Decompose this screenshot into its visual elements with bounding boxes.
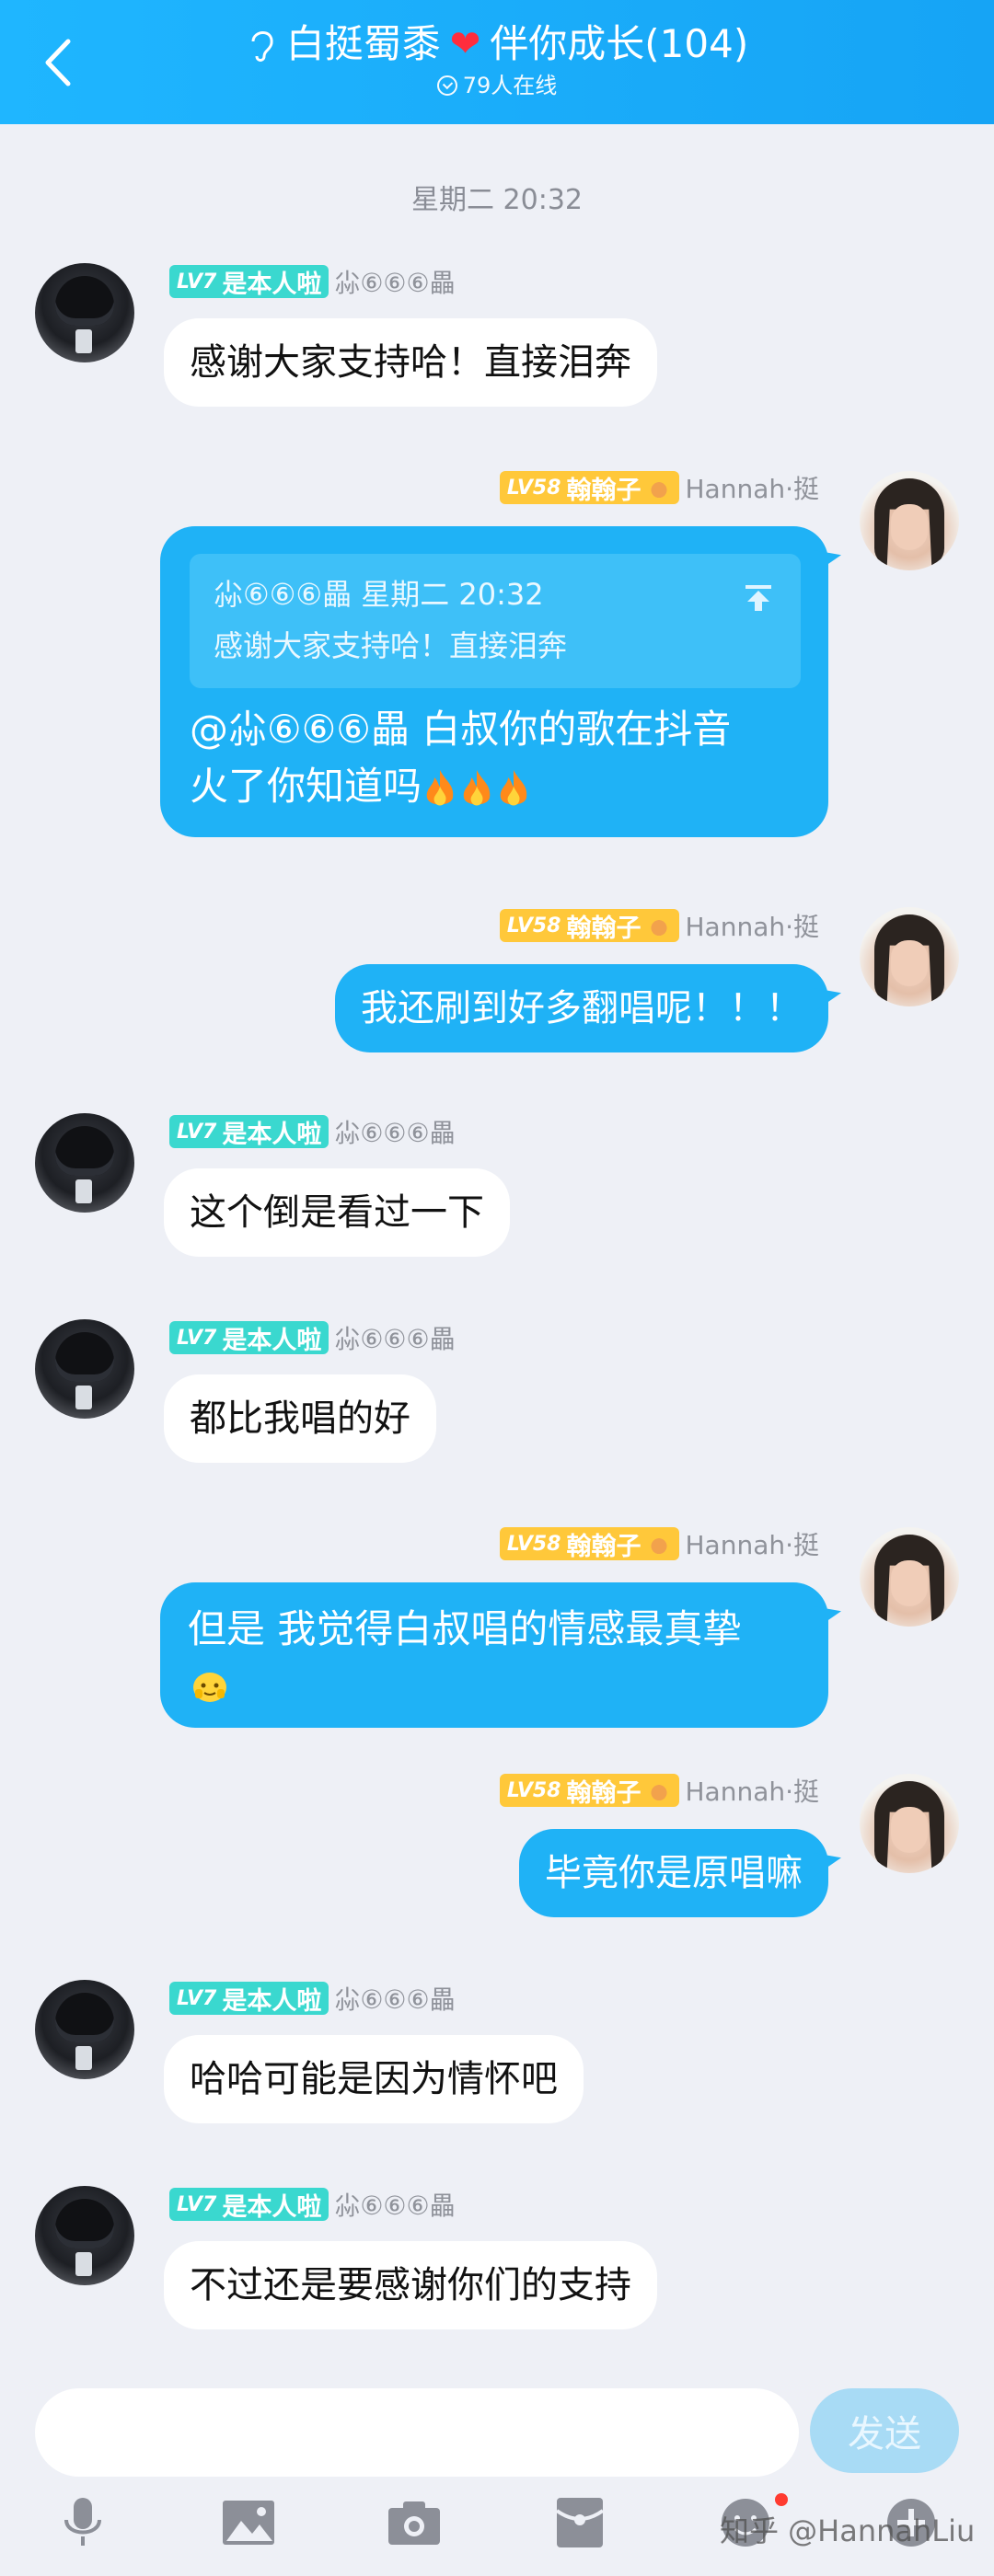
microphone-icon[interactable] xyxy=(53,2493,112,2552)
level-badge: LV7 是本人啦 xyxy=(169,1982,329,2016)
watermark: 知乎 @HannahLiu xyxy=(720,2513,976,2548)
fire-emoji-icon xyxy=(426,769,454,805)
message-bubble[interactable]: 这个倒是看过一下 xyxy=(164,1168,510,1257)
avatar[interactable] xyxy=(35,1319,134,1419)
online-icon xyxy=(436,75,457,96)
sender-meta: LV7 是本人啦 尛⑥⑥⑥畾 xyxy=(169,1982,456,2016)
level-badge: LV58 翰翰子 xyxy=(499,1527,680,1561)
scorpion-icon xyxy=(646,1532,673,1556)
sender-meta: LV58 翰翰子 Hannah·挺 xyxy=(499,471,819,505)
avatar[interactable] xyxy=(860,907,959,1006)
red-packet-icon[interactable] xyxy=(550,2493,609,2552)
sender-meta: LV7 是本人啦 尛⑥⑥⑥畾 xyxy=(169,2188,456,2222)
avatar[interactable] xyxy=(35,263,134,362)
level-badge: LV7 是本人啦 xyxy=(169,1321,329,1355)
message-bubble[interactable]: 毕竟你是原唱嘛 xyxy=(519,1829,828,1917)
sender-meta: LV58 翰翰子 Hannah·挺 xyxy=(499,909,819,943)
sender-name: Hannah·挺 xyxy=(685,1777,819,1807)
chat-header: 白挺蜀黍 ❤ 伴你成长(104) 79人在线 xyxy=(0,0,994,124)
shy-emoji-icon xyxy=(193,1673,226,1702)
sender-name: 尛⑥⑥⑥畾 xyxy=(334,1984,456,2015)
message-text: 但是 我觉得白叔唱的情感最真挚 xyxy=(188,1606,742,1651)
scorpion-icon xyxy=(646,914,673,937)
message-text-line2: 火了你知道吗 xyxy=(190,758,799,815)
sender-meta: LV58 翰翰子 Hannah·挺 xyxy=(499,1527,819,1561)
sender-name: 尛⑥⑥⑥畾 xyxy=(334,268,456,298)
send-button[interactable]: 发送 xyxy=(810,2388,959,2473)
level-badge: LV7 是本人啦 xyxy=(169,265,329,299)
camera-icon[interactable] xyxy=(385,2493,444,2552)
level-badge: LV7 是本人啦 xyxy=(169,2188,329,2222)
timestamp: 星期二 20:32 xyxy=(411,184,583,216)
level-badge: LV58 翰翰子 xyxy=(499,471,680,505)
message-bubble[interactable]: 我还刷到好多翻唱呢！！！ xyxy=(335,964,828,1052)
fire-emoji-icon xyxy=(500,769,527,805)
fire-emoji-icon xyxy=(463,769,491,805)
message-input[interactable] xyxy=(35,2388,799,2477)
jump-to-icon[interactable] xyxy=(742,581,775,615)
heart-icon: ❤ xyxy=(449,23,481,65)
message-text-line1: @尛⑥⑥⑥畾 白叔你的歌在抖音 xyxy=(190,707,732,752)
sender-name: Hannah·挺 xyxy=(685,912,819,942)
avatar[interactable] xyxy=(35,1113,134,1213)
message-bubble[interactable]: 尛⑥⑥⑥畾 星期二 20:32 感谢大家支持哈！直接泪奔 @尛⑥⑥⑥畾 白叔你的… xyxy=(160,526,828,837)
quote-header: 尛⑥⑥⑥畾 星期二 20:32 xyxy=(214,577,544,612)
online-text: 79人在线 xyxy=(462,73,558,98)
message-bubble[interactable]: 感谢大家支持哈！直接泪奔 xyxy=(164,318,657,407)
message-bubble[interactable]: 不过还是要感谢你们的支持 xyxy=(164,2241,657,2329)
message-bubble[interactable]: 都比我唱的好 xyxy=(164,1374,436,1463)
quoted-message[interactable]: 尛⑥⑥⑥畾 星期二 20:32 感谢大家支持哈！直接泪奔 xyxy=(190,554,801,688)
title-text-part2: 伴你成长(104) xyxy=(490,21,749,66)
quote-body: 感谢大家支持哈！直接泪奔 xyxy=(214,628,568,663)
sender-name: 尛⑥⑥⑥畾 xyxy=(334,2191,456,2221)
sender-meta: LV7 是本人啦 尛⑥⑥⑥畾 xyxy=(169,1321,456,1355)
level-badge: LV7 是本人啦 xyxy=(169,1115,329,1149)
avatar[interactable] xyxy=(860,1774,959,1873)
scorpion-icon xyxy=(646,476,673,500)
title-text-part1: 白挺蜀黍 xyxy=(285,21,441,66)
sender-name: 尛⑥⑥⑥畾 xyxy=(334,1118,456,1148)
image-icon[interactable] xyxy=(219,2493,278,2552)
level-badge: LV58 翰翰子 xyxy=(499,1774,680,1808)
avatar[interactable] xyxy=(860,1527,959,1627)
sender-meta: LV58 翰翰子 Hannah·挺 xyxy=(499,1774,819,1808)
sender-name: Hannah·挺 xyxy=(685,1530,819,1560)
message-bubble[interactable]: 哈哈可能是因为情怀吧 xyxy=(164,2035,584,2123)
online-count: 79人在线 xyxy=(436,72,558,99)
group-title[interactable]: 白挺蜀黍 ❤ 伴你成长(104) xyxy=(246,17,748,72)
ear-icon xyxy=(251,31,273,62)
sender-name: 尛⑥⑥⑥畾 xyxy=(334,1324,456,1354)
message-bubble[interactable]: 但是 我觉得白叔唱的情感最真挚 xyxy=(160,1582,828,1728)
notification-dot xyxy=(775,2493,788,2506)
avatar[interactable] xyxy=(35,1980,134,2079)
avatar[interactable] xyxy=(860,471,959,570)
avatar[interactable] xyxy=(35,2186,134,2285)
sender-meta: LV7 是本人啦 尛⑥⑥⑥畾 xyxy=(169,265,456,299)
scorpion-icon xyxy=(646,1778,673,1802)
sender-name: Hannah·挺 xyxy=(685,474,819,504)
level-badge: LV58 翰翰子 xyxy=(499,909,680,943)
sender-meta: LV7 是本人啦 尛⑥⑥⑥畾 xyxy=(169,1115,456,1149)
